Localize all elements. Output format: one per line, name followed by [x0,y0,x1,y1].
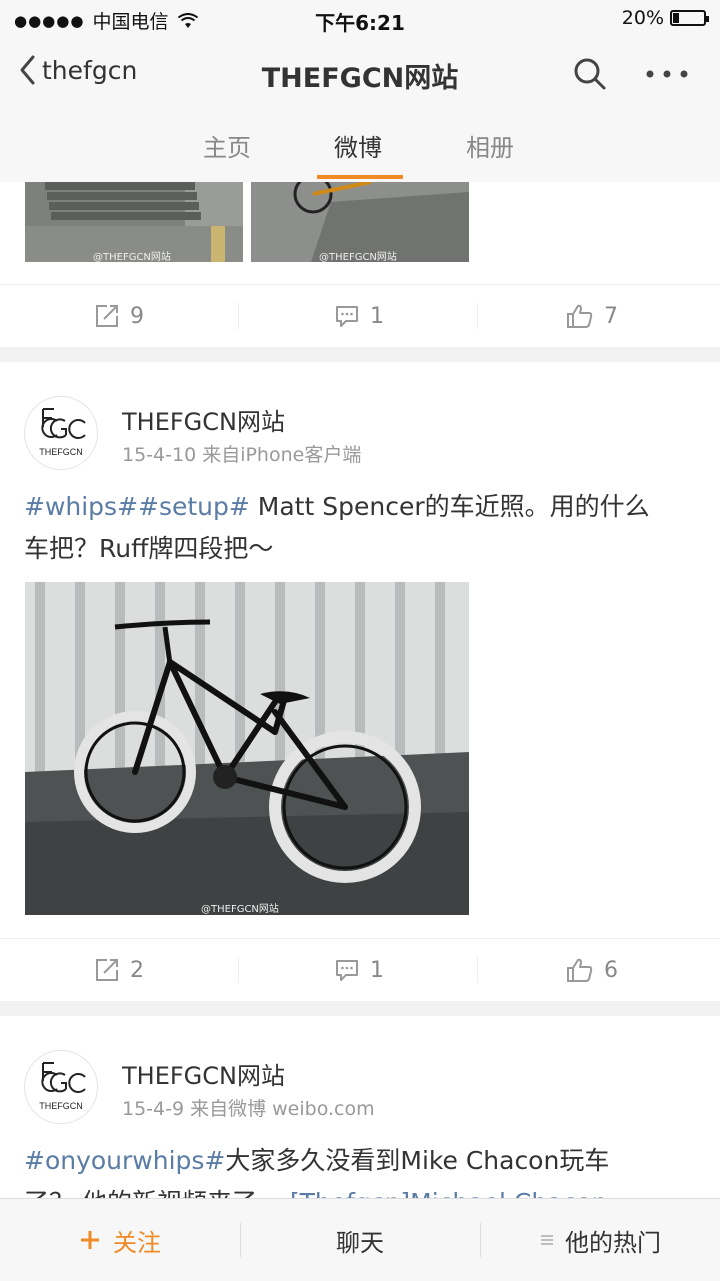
battery-percent: 20% [621,7,664,29]
tab-weibo[interactable]: 微博 [334,128,382,163]
avatar-text: THEFGCN [39,447,83,457]
like-button[interactable]: 6 [566,939,618,1001]
like-count: 6 [604,957,618,983]
menu-icon [541,1235,553,1245]
fgcn-logo: THEFGCN [39,1062,86,1111]
post-image[interactable]: @THEFGCN网站 [25,182,243,262]
post-text-line2: 车把？Ruff牌四段把～ [24,534,274,563]
author-name[interactable]: THEFGCN网站 [122,1056,285,1091]
divider [238,303,239,329]
more-icon[interactable] [644,56,690,92]
bicycle-photo [25,582,469,915]
chat-label: 聊天 [336,1228,384,1257]
back-button[interactable]: thefgcn [18,54,137,86]
hot-posts-button[interactable]: 他的热门 [480,1199,720,1281]
topic-tag[interactable]: #onyourwhips# [24,1146,225,1175]
video-link[interactable]: [Thefgcn]Michael Chacon [290,1188,607,1198]
image-watermark: @THEFGCN网站 [319,252,397,262]
repost-icon [96,959,118,981]
comment-count: 1 [370,303,384,329]
post-text: #whips##setup# Matt Spencer的车近照。用的什么 车把？… [24,486,704,570]
plus-icon [81,1231,99,1249]
nav-bar: thefgcn THEFGCN网站 [0,38,720,110]
post-card: @THEFGCN网站 @THEFGCN网站 9 1 7 [0,182,720,347]
post-actions: 9 1 7 [0,284,720,347]
post-text-line1: 大家多久没看到Mike Chacon玩车 [225,1146,610,1175]
like-count: 7 [604,303,618,329]
image-watermark: @THEFGCN网站 [93,252,171,262]
author-name[interactable]: THEFGCN网站 [122,402,285,437]
post-actions: 2 1 6 [0,938,720,1001]
thumbs-up-icon [567,958,593,982]
post-card: THEFGCN THEFGCN网站 15-4-9 来自微博 weibo.com … [0,1016,720,1198]
bottom-toolbar: 关注 聊天 他的热门 [0,1198,720,1281]
avatar[interactable]: THEFGCN [24,396,98,470]
post-text-line1: Matt Spencer的车近照。用的什么 [249,492,650,521]
status-bar: ●●●●● 中国电信 下午6:21 20% [0,0,720,38]
feed[interactable]: @THEFGCN网站 @THEFGCN网站 9 1 7 THEFGCN THEF… [0,182,720,1198]
battery-icon [670,10,709,26]
chevron-left-icon [20,55,35,85]
repost-button[interactable]: 9 [94,285,144,347]
post-image[interactable]: @THEFGCN网站 [25,582,469,915]
repost-button[interactable]: 2 [94,939,144,1001]
profile-tabs: 主页 微博 相册 [0,110,720,183]
post-text: #onyourwhips#大家多久没看到Mike Chacon玩车 了？ 他的新… [24,1140,704,1198]
clock: 下午6:21 [315,11,405,35]
post-card: THEFGCN THEFGCN网站 15-4-10 来自iPhone客户端 #w… [0,362,720,1001]
divider [477,957,478,983]
back-label: thefgcn [42,55,138,85]
follow-label: 关注 [113,1228,161,1257]
repost-count: 9 [130,303,144,329]
avatar-text: THEFGCN [39,1101,83,1111]
active-tab-indicator [317,175,403,179]
comment-icon [336,960,358,981]
post-text-line2: 了？ 他的新视频来了。 [24,1188,282,1198]
fgcn-logo: THEFGCN [39,408,86,457]
search-icon[interactable] [572,56,608,92]
tab-album[interactable]: 相册 [466,128,514,163]
post-meta: 15-4-9 来自微博 weibo.com [122,1098,375,1120]
image-watermark: @THEFGCN网站 [201,904,279,915]
comment-count: 1 [370,957,384,983]
comment-button[interactable]: 1 [334,285,384,347]
repost-count: 2 [130,957,144,983]
comment-button[interactable]: 1 [334,939,384,1001]
post-meta: 15-4-10 来自iPhone客户端 [122,444,362,466]
thumbs-up-icon [567,304,593,328]
avatar[interactable]: THEFGCN [24,1050,98,1124]
repost-icon [96,305,118,327]
comment-icon [336,306,358,327]
topic-tag[interactable]: #whips##setup# [24,492,250,521]
divider [238,957,239,983]
post-image[interactable]: @THEFGCN网站 [251,182,469,262]
like-button[interactable]: 7 [566,285,618,347]
follow-button[interactable]: 关注 [0,1199,240,1281]
divider [477,303,478,329]
tab-home[interactable]: 主页 [203,128,251,163]
chat-button[interactable]: 聊天 [240,1199,480,1281]
hot-label: 他的热门 [565,1228,661,1257]
